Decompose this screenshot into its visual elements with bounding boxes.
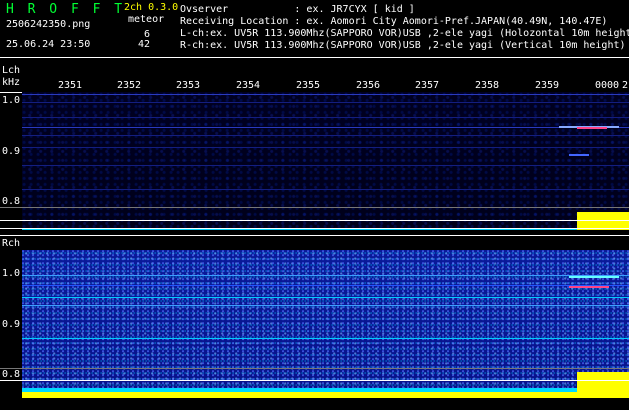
type-label: meteor — [128, 14, 165, 25]
rch-info-line: R-ch:ex. UV5R 113.900Mhz(SAPPORO VOR)USB… — [180, 40, 626, 51]
header-divider — [0, 57, 629, 58]
time-tick: 2356 — [356, 80, 381, 91]
time-tick: 2352 — [117, 80, 142, 91]
lch-line-1 — [0, 207, 629, 208]
lch-freq-08: 0.8 — [2, 196, 21, 207]
time-tick: 2357 — [415, 80, 440, 91]
rch-freq-10: 1.0 — [2, 268, 21, 279]
rch-waterfall — [22, 250, 629, 398]
lch-waterfall — [22, 92, 629, 230]
lch-label: Lch — [2, 65, 21, 76]
time-tick: 2353 — [176, 80, 201, 91]
observer-line: Ovserver : ex. JR7CYX [ kid ] — [180, 4, 415, 15]
count-r: 42 — [137, 39, 150, 50]
file-name: 2506242350.png — [6, 19, 91, 30]
rch-line-1 — [0, 368, 629, 369]
lch-line-2 — [0, 220, 629, 221]
time-tick: 2359 — [535, 80, 560, 91]
panel-divider — [0, 235, 629, 236]
khz-label: kHz — [2, 77, 21, 88]
rch-freq-08: 0.8 — [2, 369, 21, 380]
mode-label: 2ch 0.3.0 — [124, 2, 179, 13]
location-line: Receiving Location : ex. Aomori City Aom… — [180, 16, 608, 27]
lch-info-line: L-ch:ex. UV5R 113.900Mhz(SAPPORO VOR)USB… — [180, 28, 629, 39]
rch-line-2 — [0, 380, 629, 381]
time-tick: 2351 — [58, 80, 83, 91]
lch-line-3 — [0, 228, 629, 229]
time-tick: 0000 — [595, 80, 620, 91]
lch-freq-09: 0.9 — [2, 146, 21, 157]
app-title: H R O F F T — [6, 2, 126, 17]
rch-label: Rch — [2, 238, 21, 249]
time-tick: 2355 — [296, 80, 321, 91]
time-tick: 2358 — [475, 80, 500, 91]
lch-freq-10: 1.0 — [2, 95, 21, 106]
time-tick: 2354 — [236, 80, 261, 91]
date-time: 25.06.24 23:50 — [6, 39, 91, 50]
rch-freq-09: 0.9 — [2, 319, 21, 330]
time-tick: 2 — [622, 80, 629, 91]
